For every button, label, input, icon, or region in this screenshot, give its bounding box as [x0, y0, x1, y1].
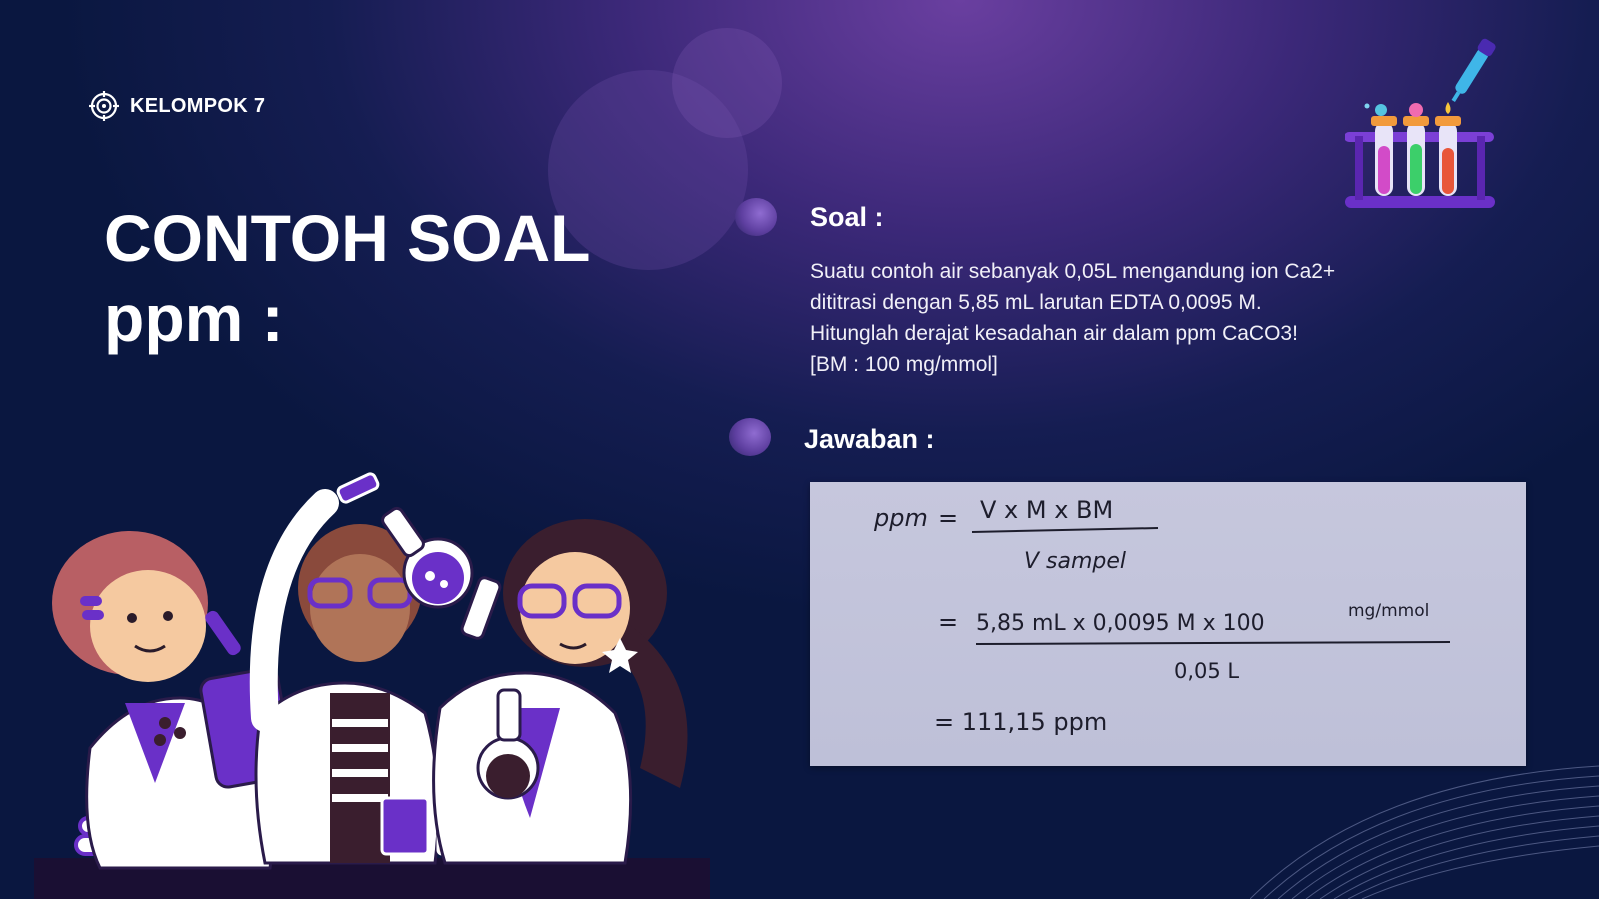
- question-bullet: [735, 198, 777, 236]
- test-tubes-illustration: [1345, 38, 1496, 208]
- hw-ppm: ppm: [873, 504, 928, 532]
- handwritten-answer: ppm = V x M x BM V sampel = 5,85 mL x 0,…: [810, 482, 1526, 766]
- hw-equals: =: [938, 608, 958, 636]
- title-line-2: ppm :: [104, 281, 284, 355]
- title-line-1: CONTOH SOAL: [104, 201, 591, 275]
- handwritten-answer-image: ppm = V x M x BM V sampel = 5,85 mL x 0,…: [873, 496, 1451, 736]
- page-title: CONTOH SOAL ppm :: [104, 198, 590, 358]
- question-line: Hitunglah derajat kesadahan air dalam pp…: [810, 322, 1298, 345]
- question-line: Suatu contoh air sebanyak 0,05L mengandu…: [810, 260, 1336, 283]
- answer-bullet: [729, 418, 771, 456]
- hw-formula-numerator: V x M x BM: [980, 496, 1113, 524]
- hw-step-numerator: 5,85 mL x 0,0095 M x 100: [976, 611, 1265, 636]
- brand-label: KELOMPOK 7: [130, 94, 266, 117]
- hw-step-unit: mg/mmol: [1348, 601, 1429, 621]
- hw-formula-denominator: V sampel: [1024, 549, 1126, 574]
- hw-equals: =: [938, 504, 958, 532]
- question-heading: Soal :: [810, 202, 884, 232]
- target-icon: [89, 91, 119, 121]
- answer-heading: Jawaban :: [804, 424, 935, 454]
- brand: KELOMPOK 7: [88, 90, 265, 122]
- decorative-lines: [1250, 765, 1599, 899]
- question-text: Suatu contoh air sebanyak 0,05L mengandu…: [810, 256, 1470, 380]
- hw-result: = 111,15 ppm: [934, 708, 1107, 736]
- question-line: dititrasi dengan 5,85 mL larutan EDTA 0,…: [810, 291, 1262, 314]
- hw-step-denominator: 0,05 L: [1174, 659, 1239, 683]
- question-line: [BM : 100 mg/mmol]: [810, 353, 998, 376]
- decorative-circle: [672, 28, 782, 138]
- scientists-illustration: [34, 472, 710, 899]
